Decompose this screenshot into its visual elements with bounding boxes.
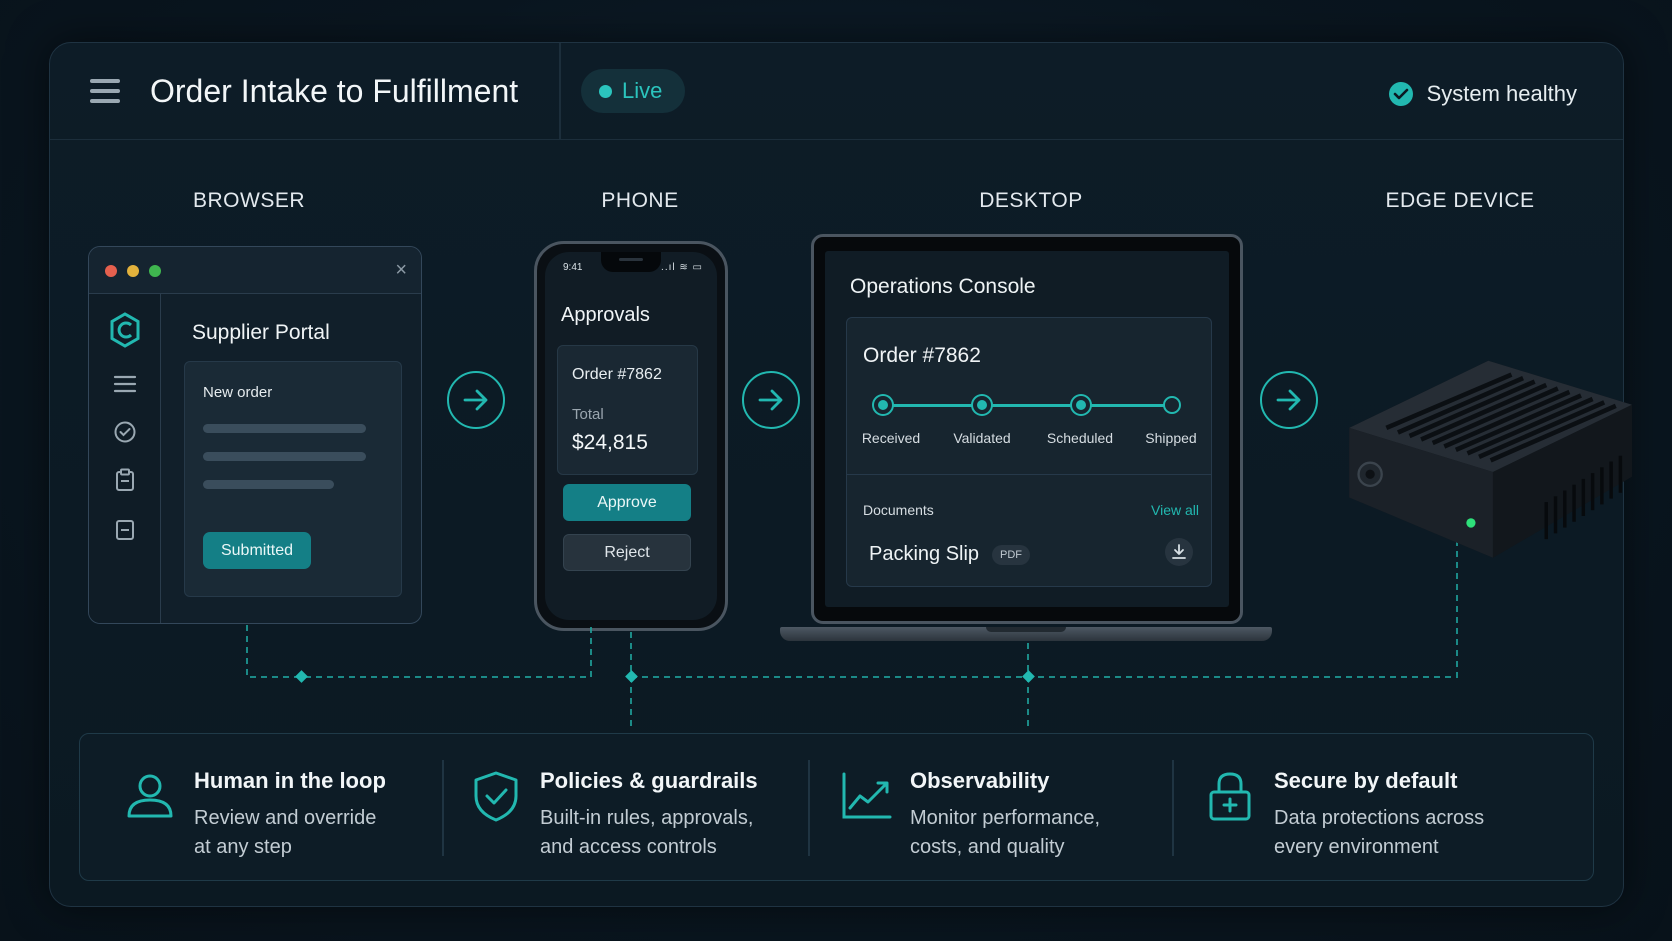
console-title: Operations Console (850, 275, 1036, 298)
document-icon[interactable] (111, 516, 139, 544)
header: Order Intake to Fulfillment Live System … (50, 43, 1623, 140)
total-label: Total (572, 406, 604, 423)
submitted-button[interactable]: Submitted (203, 532, 311, 569)
flow-arrow-icon (447, 371, 505, 429)
document-type-badge: PDF (992, 545, 1030, 565)
new-order-card: New order Submitted (184, 361, 402, 597)
order-number: Order #7862 (863, 344, 981, 367)
close-icon[interactable]: × (395, 259, 407, 282)
feature-title: Policies & guardrails (540, 768, 758, 793)
feature-description: Built-in rules, approvals, and access con… (540, 807, 754, 858)
feature-divider (808, 760, 810, 856)
feature-title: Observability (910, 768, 1050, 793)
live-dot-icon (599, 84, 612, 98)
clipboard-icon[interactable] (111, 466, 139, 494)
step-received-icon (874, 396, 892, 414)
edge-device-illustration (1349, 360, 1632, 558)
step-label: Received (861, 430, 921, 446)
step-shipped-icon (1163, 396, 1181, 414)
phone-screen: 9:41 ..ıl ≋ ▭ Approvals Order #7862 Tota… (545, 252, 717, 620)
step-label: Validated (953, 430, 1011, 446)
feature-title: Human in the loop (194, 768, 386, 793)
placeholder-line (203, 480, 334, 489)
portal-title: Supplier Portal (192, 321, 330, 344)
laptop-screen: Operations Console Order #7862 Received … (825, 251, 1229, 607)
column-label-desktop: DESKTOP (979, 189, 1083, 212)
live-badge: Live (581, 69, 685, 113)
lock-icon (1209, 772, 1251, 821)
step-scheduled-icon (1072, 396, 1090, 414)
approval-card: Order #7862 Total $24,815 (557, 345, 698, 475)
feature-description: Monitor performance, costs, and quality (910, 807, 1101, 858)
brand-logo-icon (110, 312, 140, 348)
browser-window: × Supplier Portal New order Submitted (88, 246, 422, 624)
new-order-label: New order (203, 384, 273, 401)
progress-track (883, 404, 1173, 407)
system-health-status: System healthy (1388, 81, 1577, 107)
user-icon (127, 774, 173, 818)
close-dot-icon[interactable] (105, 265, 117, 277)
column-label-browser: BROWSER (192, 189, 306, 212)
feature-title: Secure by default (1274, 768, 1458, 793)
view-all-link[interactable]: View all (1151, 502, 1199, 518)
laptop-base (780, 627, 1272, 641)
flow-arrow-icon (1260, 371, 1318, 429)
placeholder-line (203, 424, 366, 433)
line-chart-icon (842, 772, 892, 819)
health-label: System healthy (1426, 81, 1577, 106)
list-icon[interactable] (111, 370, 139, 398)
check-circle-outline-icon[interactable] (111, 418, 139, 446)
browser-sidebar (89, 294, 161, 623)
flow-arrow-icon (742, 371, 800, 429)
hamburger-menu-icon[interactable] (90, 79, 120, 105)
maximize-dot-icon[interactable] (149, 265, 161, 277)
header-divider (559, 43, 561, 140)
phone-time: 9:41 (563, 262, 583, 273)
placeholder-line (203, 452, 366, 461)
live-label: Live (622, 78, 663, 103)
phone-notch (601, 252, 661, 272)
feature-description: Review and override at any step (194, 807, 377, 858)
phone-device: 9:41 ..ıl ≋ ▭ Approvals Order #7862 Tota… (534, 241, 728, 631)
reject-button[interactable]: Reject (563, 534, 691, 571)
feature-divider (1172, 760, 1174, 856)
shield-check-icon (474, 771, 518, 822)
approvals-title: Approvals (561, 304, 650, 326)
check-circle-icon (1388, 82, 1413, 106)
total-value: $24,815 (572, 431, 648, 454)
page-title: Order Intake to Fulfillment (150, 73, 519, 109)
phone-status-icons: ..ıl ≋ ▭ (661, 262, 703, 273)
card-divider (847, 474, 1211, 475)
step-label: Scheduled (1046, 430, 1114, 446)
order-status-card: Order #7862 Received Validated Scheduled… (846, 317, 1212, 587)
minimize-dot-icon[interactable] (127, 265, 139, 277)
document-name[interactable]: Packing Slip (869, 543, 979, 566)
feature-description: Data protections across every environment (1274, 807, 1485, 858)
step-label: Shipped (1145, 430, 1197, 446)
features-panel: Human in the loop Review and override at … (79, 733, 1594, 881)
feature-divider (442, 760, 444, 856)
download-icon[interactable] (1165, 538, 1193, 566)
column-label-phone: PHONE (601, 189, 679, 212)
documents-label: Documents (863, 502, 934, 518)
browser-titlebar: × (89, 247, 421, 294)
laptop-device: Operations Console Order #7862 Received … (811, 234, 1243, 624)
step-validated-icon (973, 396, 991, 414)
approve-button[interactable]: Approve (563, 484, 691, 521)
order-number: Order #7862 (572, 366, 662, 383)
column-label-edge: EDGE DEVICE (1385, 189, 1535, 212)
